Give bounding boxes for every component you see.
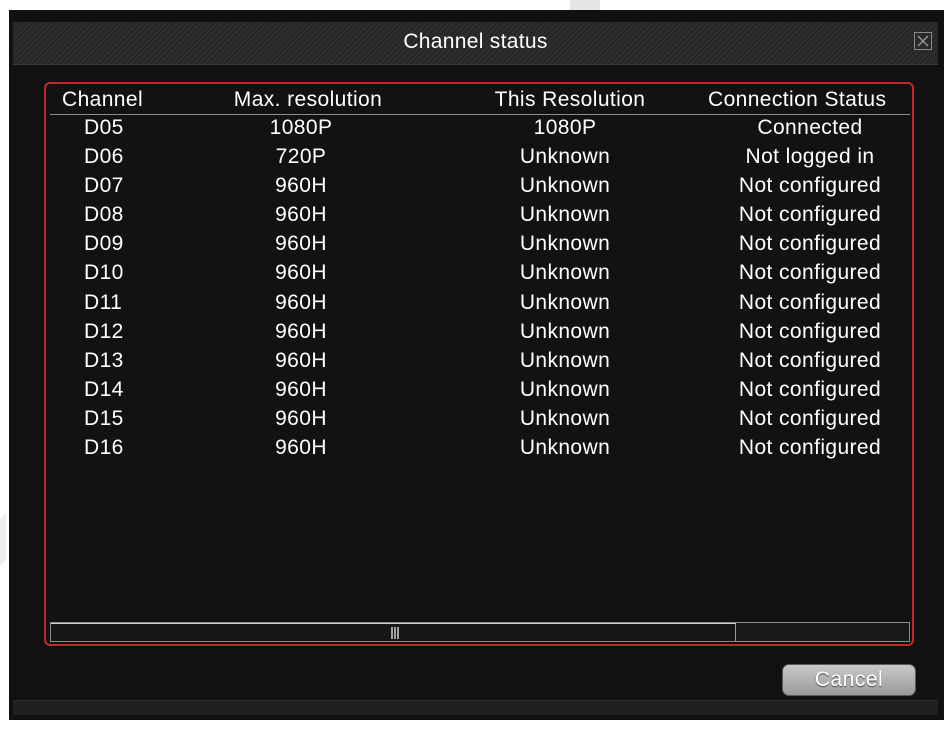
table-row[interactable]: D14 960H Unknown Not configured bbox=[50, 378, 910, 407]
table-row[interactable]: D10 960H Unknown Not configured bbox=[50, 261, 910, 290]
table-row[interactable]: D12 960H Unknown Not configured bbox=[50, 320, 910, 349]
connection-status-cell: Not logged in bbox=[745, 145, 875, 169]
this-resolution-cell: Unknown bbox=[519, 261, 611, 285]
max-resolution-cell: 960H bbox=[275, 377, 327, 401]
channel-cell: D16 bbox=[84, 436, 124, 460]
max-resolution-cell: 1080P bbox=[269, 116, 333, 139]
max-resolution-cell: 960H bbox=[275, 319, 327, 343]
max-resolution-cell: 960H bbox=[275, 406, 327, 430]
horizontal-scrollbar[interactable] bbox=[50, 622, 910, 642]
this-resolution-cell: Unknown bbox=[519, 232, 611, 256]
max-resolution-cell: 960H bbox=[275, 232, 327, 256]
column-header-connection-status[interactable]: Connection Status bbox=[708, 88, 912, 112]
scroll-grip-icon bbox=[391, 627, 399, 639]
max-resolution-cell: 960H bbox=[275, 203, 327, 227]
table-body: D05 1080P 1080P Connected D06 720P Unknown Not … bbox=[50, 116, 910, 465]
column-header-this-resolution[interactable]: This Resolution bbox=[470, 88, 670, 112]
max-resolution-cell: 960H bbox=[275, 174, 327, 198]
channel-cell: D05 bbox=[84, 116, 124, 139]
table-header: Channel Max. resolution This Resolution … bbox=[50, 86, 910, 115]
max-resolution-cell: 720P bbox=[275, 145, 327, 169]
connection-status-cell: Connected bbox=[757, 116, 863, 139]
connection-status-cell: Not configured bbox=[738, 174, 882, 198]
this-resolution-cell: Unknown bbox=[519, 319, 611, 343]
table-row[interactable]: D11 960H Unknown Not configured bbox=[50, 291, 910, 320]
table-row[interactable]: D05 1080P 1080P Connected bbox=[50, 116, 910, 145]
this-resolution-cell: Unknown bbox=[519, 290, 611, 314]
channel-cell: D08 bbox=[84, 203, 124, 227]
this-resolution-cell: Unknown bbox=[519, 406, 611, 430]
dialog-titlebar: Channel status bbox=[13, 22, 938, 65]
dialog-title: Channel status bbox=[403, 30, 548, 53]
column-header-max-resolution[interactable]: Max. resolution bbox=[208, 88, 408, 112]
channel-cell: D07 bbox=[84, 174, 124, 198]
connection-status-cell: Not configured bbox=[738, 319, 882, 343]
cancel-button[interactable]: Cancel bbox=[782, 664, 916, 696]
channel-cell: D06 bbox=[84, 145, 124, 169]
scrollbar-thumb[interactable] bbox=[51, 623, 736, 641]
connection-status-cell: Not configured bbox=[738, 436, 882, 460]
this-resolution-cell: Unknown bbox=[519, 377, 611, 401]
channel-cell: D14 bbox=[84, 377, 124, 401]
close-button[interactable] bbox=[914, 32, 932, 50]
channel-cell: D11 bbox=[84, 290, 123, 314]
channel-cell: D10 bbox=[84, 261, 124, 285]
channel-cell: D12 bbox=[84, 319, 124, 343]
max-resolution-cell: 960H bbox=[275, 290, 327, 314]
connection-status-cell: Not configured bbox=[738, 290, 882, 314]
this-resolution-cell: Unknown bbox=[519, 174, 611, 198]
max-resolution-cell: 960H bbox=[275, 261, 327, 285]
close-icon bbox=[917, 35, 929, 47]
table-row[interactable]: D16 960H Unknown Not configured bbox=[50, 436, 910, 465]
channel-cell: D09 bbox=[84, 232, 124, 256]
channel-cell: D15 bbox=[84, 406, 124, 430]
connection-status-cell: Not configured bbox=[738, 377, 882, 401]
column-header-channel[interactable]: Channel bbox=[62, 88, 172, 112]
table-row[interactable]: D07 960H Unknown Not configured bbox=[50, 174, 910, 203]
table-row[interactable]: D06 720P Unknown Not logged in bbox=[50, 145, 910, 174]
connection-status-cell: Not configured bbox=[738, 406, 882, 430]
max-resolution-cell: 960H bbox=[275, 348, 327, 372]
this-resolution-cell: Unknown bbox=[519, 203, 611, 227]
connection-status-cell: Not configured bbox=[738, 232, 882, 256]
this-resolution-cell: Unknown bbox=[519, 145, 611, 169]
dialog-footer bbox=[13, 700, 938, 715]
channel-cell: D13 bbox=[84, 348, 124, 372]
table-row[interactable]: D09 960H Unknown Not configured bbox=[50, 232, 910, 261]
this-resolution-cell: Unknown bbox=[519, 436, 611, 460]
table-row[interactable]: D08 960H Unknown Not configured bbox=[50, 203, 910, 232]
max-resolution-cell: 960H bbox=[275, 436, 327, 460]
connection-status-cell: Not configured bbox=[738, 261, 882, 285]
this-resolution-cell: Unknown bbox=[519, 348, 611, 372]
connection-status-cell: Not configured bbox=[738, 348, 882, 372]
table-row[interactable]: D13 960H Unknown Not configured bbox=[50, 349, 910, 378]
channel-table-panel: Channel Max. resolution This Resolution … bbox=[44, 82, 914, 646]
this-resolution-cell: 1080P bbox=[533, 116, 597, 139]
table-row[interactable]: D15 960H Unknown Not configured bbox=[50, 407, 910, 436]
connection-status-cell: Not configured bbox=[738, 203, 882, 227]
